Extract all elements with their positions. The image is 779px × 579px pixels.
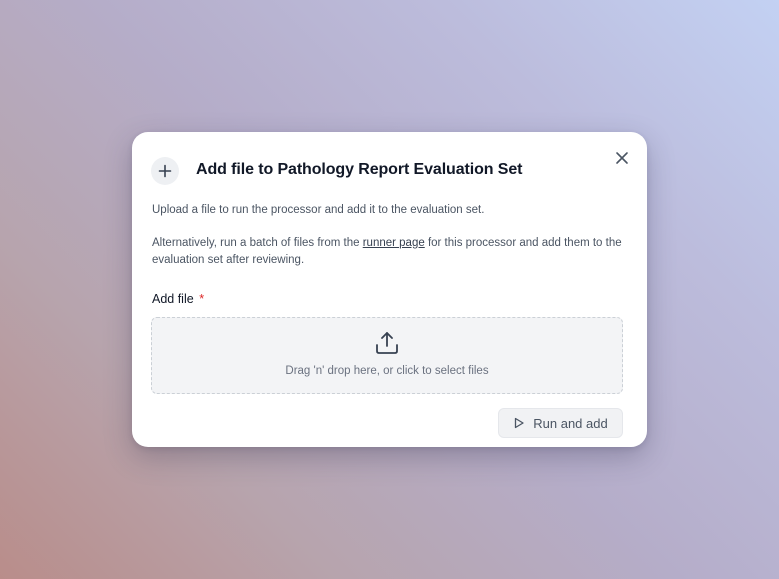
run-and-add-button[interactable]: Run and add xyxy=(498,408,623,438)
add-file-label-text: Add file xyxy=(152,292,194,306)
dropzone-text: Drag 'n' drop here, or click to select f… xyxy=(285,365,489,377)
play-icon xyxy=(515,417,524,429)
description-text-before: Alternatively, run a batch of files from… xyxy=(152,237,363,249)
plus-icon xyxy=(151,157,179,185)
required-marker: * xyxy=(199,292,205,306)
dialog-title: Add file to Pathology Report Evaluation … xyxy=(196,161,523,178)
add-file-label: Add file * xyxy=(152,292,204,306)
dialog-alternative-description: Alternatively, run a batch of files from… xyxy=(152,235,627,269)
runner-page-link[interactable]: runner page xyxy=(363,237,425,249)
close-button[interactable] xyxy=(613,149,631,167)
add-file-dialog: Add file to Pathology Report Evaluation … xyxy=(132,132,647,447)
run-and-add-label: Run and add xyxy=(533,415,608,431)
file-dropzone[interactable]: Drag 'n' drop here, or click to select f… xyxy=(151,317,623,394)
dialog-description: Upload a file to run the processor and a… xyxy=(152,204,485,216)
upload-icon xyxy=(376,332,398,354)
close-icon xyxy=(616,152,628,164)
